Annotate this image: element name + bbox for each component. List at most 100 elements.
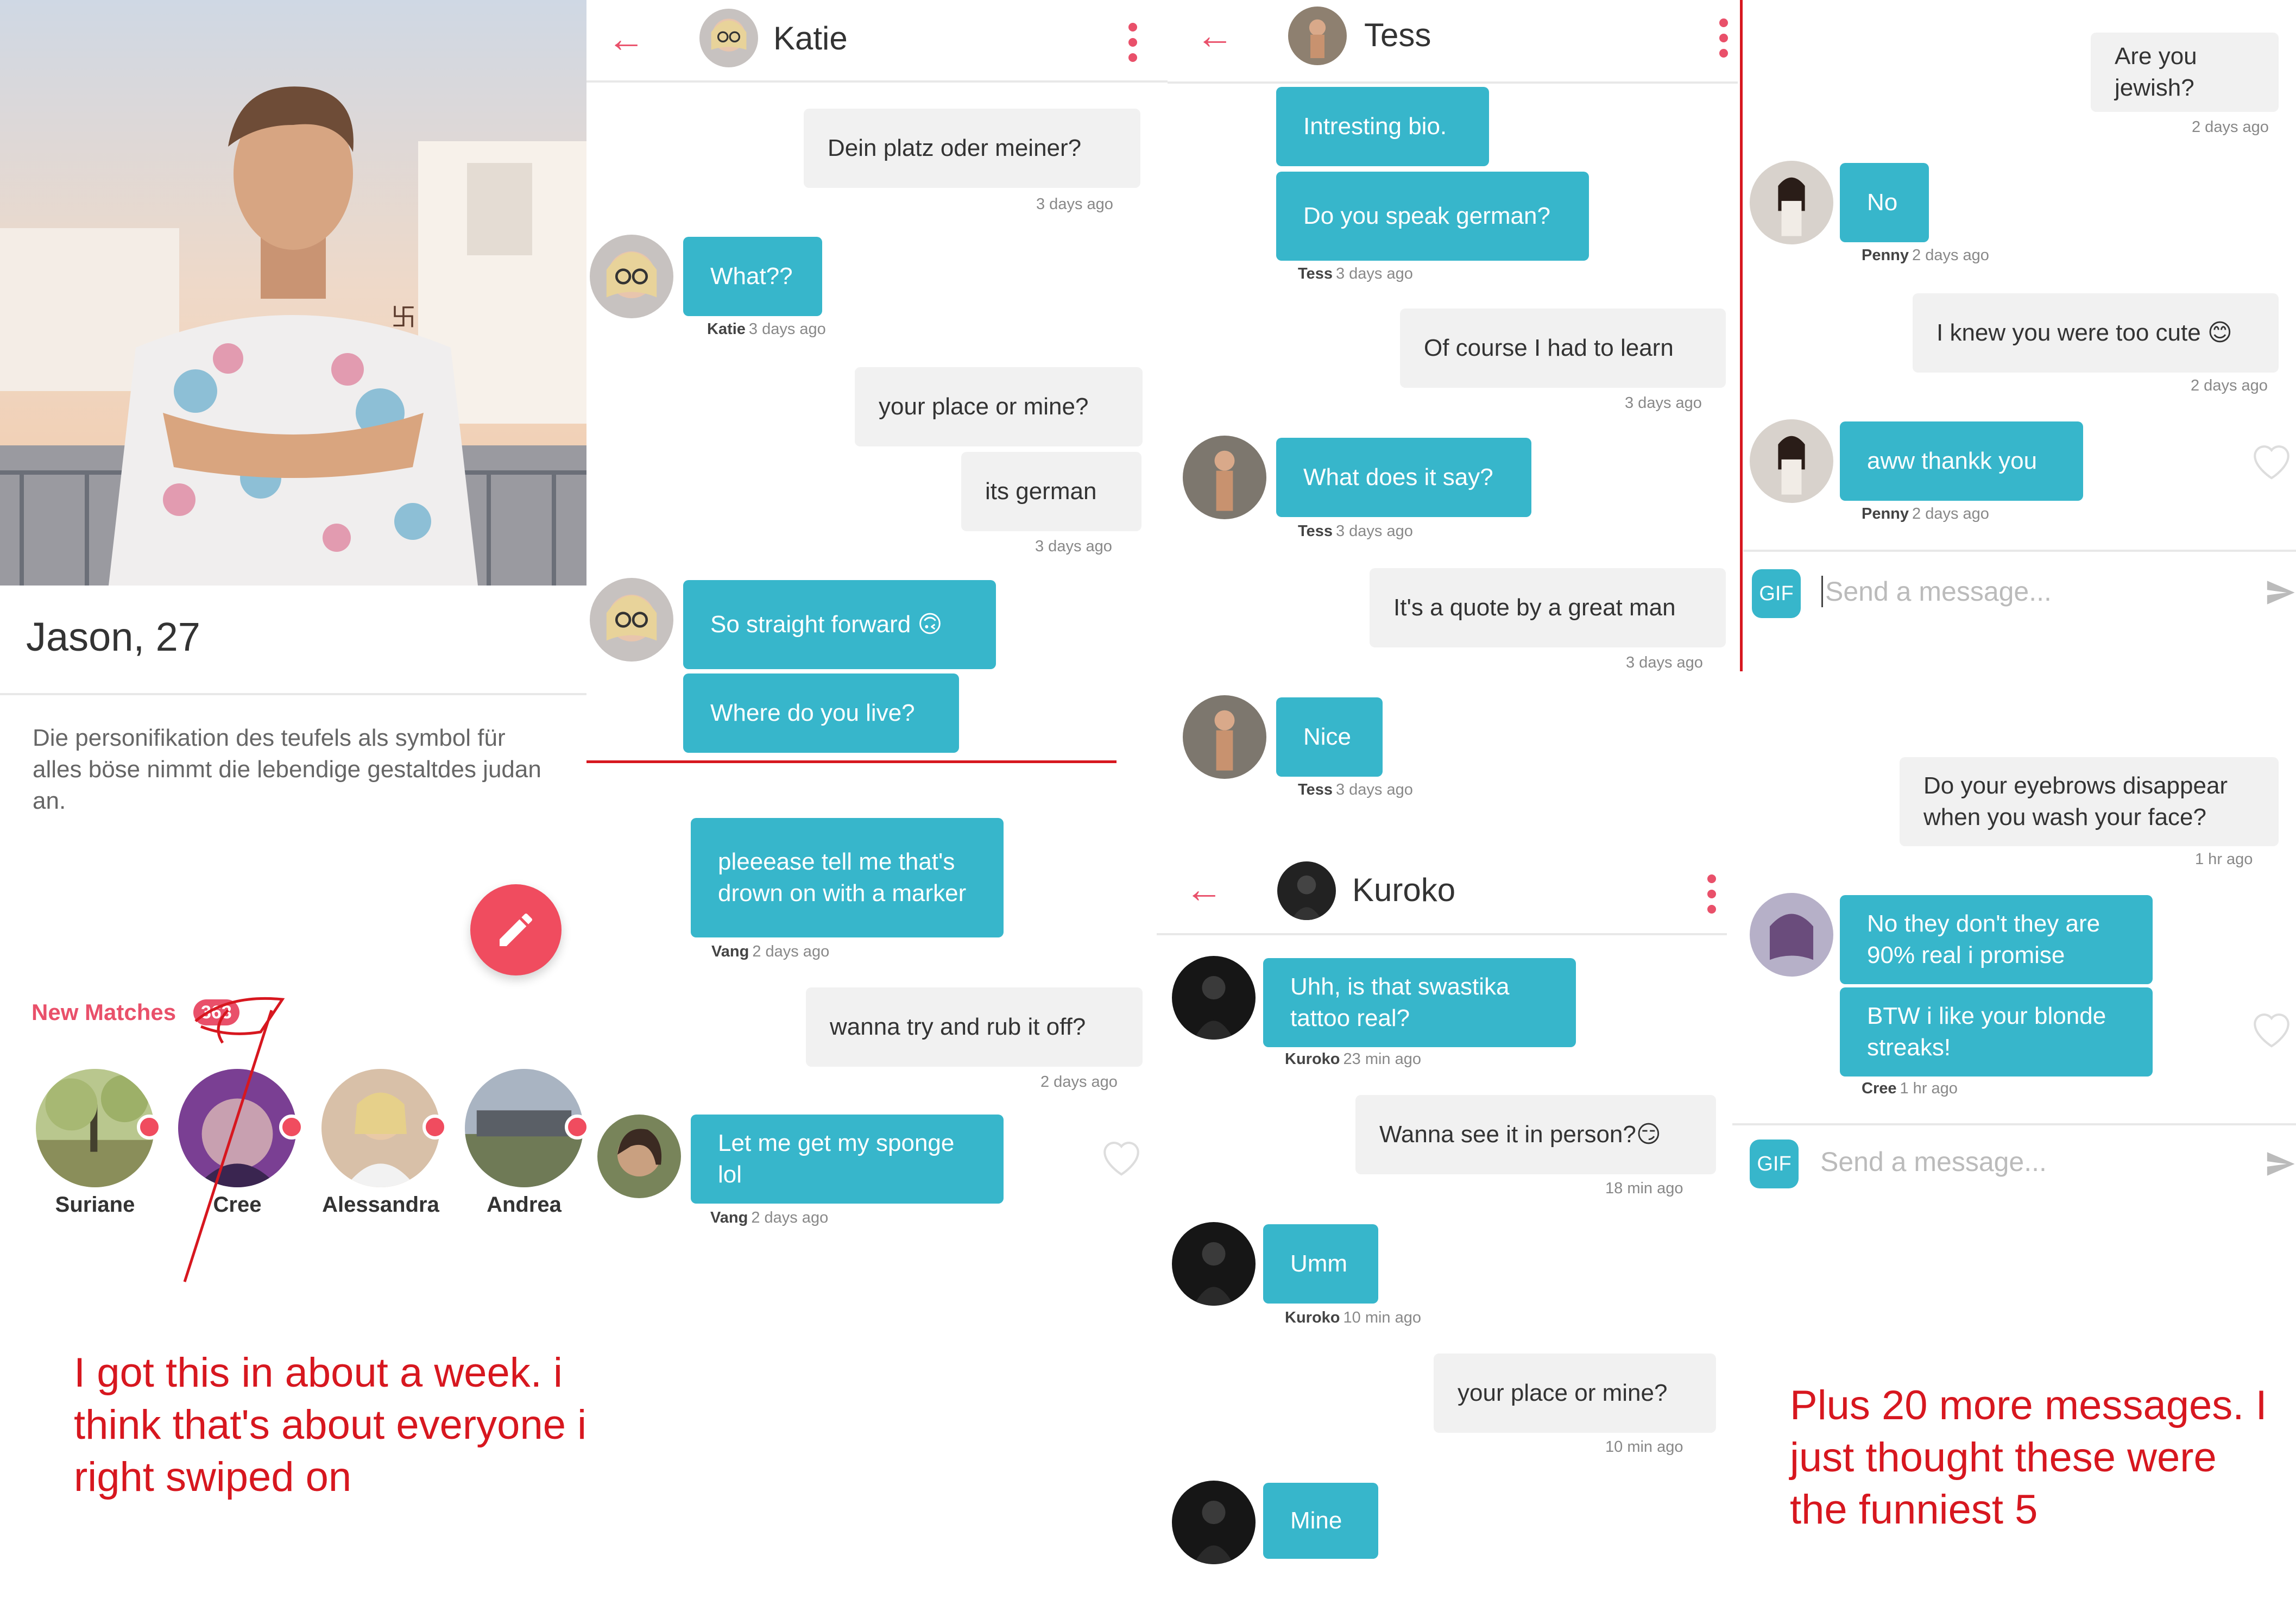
message-timestamp: 2 days ago (1912, 505, 1989, 522)
vang-avatar[interactable] (597, 1115, 681, 1198)
match-name: Andrea (487, 1193, 562, 1217)
header-divider (586, 80, 1168, 83)
match-name: Alessandra (322, 1193, 439, 1217)
message-timestamp: 10 min ago (1343, 1309, 1422, 1326)
profile-photo: 卐 (0, 0, 586, 586)
header-divider (1168, 81, 1738, 84)
tess-header-avatar[interactable] (1288, 7, 1347, 65)
red-scribble-annotation (183, 997, 285, 1282)
message-bubble-sent: your place or mine? (1434, 1354, 1716, 1433)
sender-name: Penny (1862, 247, 1909, 264)
profile-annotation: I got this in about a week. i think that… (74, 1350, 586, 1500)
message-bubble-received: Nice (1276, 697, 1383, 777)
back-arrow-icon[interactable]: ← (1185, 870, 1223, 908)
message-bubble-sent: your place or mine? (855, 367, 1143, 446)
message-sender-meta: Cree 1 hr ago (1862, 1080, 1958, 1098)
match-name: Suriane (55, 1193, 135, 1217)
header-divider (1157, 933, 1727, 935)
message-bubble-received: Let me get my sponge lol (691, 1115, 1004, 1204)
penny-avatar[interactable] (1750, 161, 1833, 244)
messages-annotation: Plus 20 more messages. I just thought th… (1790, 1382, 2267, 1533)
penny-avatar[interactable] (1750, 419, 1833, 503)
back-arrow-icon[interactable]: ← (1196, 16, 1234, 54)
message-timestamp: 3 days ago (748, 320, 826, 338)
composer-divider (1743, 550, 2296, 552)
gif-button[interactable]: GIF (1752, 569, 1801, 618)
more-vertical-icon[interactable] (1707, 874, 1716, 920)
profile-divider (0, 693, 586, 695)
heart-icon[interactable] (1099, 1135, 1144, 1176)
sender-name: Katie (707, 320, 746, 338)
composer-divider (1732, 1123, 2296, 1125)
heart-icon[interactable] (2249, 439, 2294, 480)
message-timestamp: 23 min ago (1343, 1050, 1422, 1068)
message-input[interactable]: Send a message... (1820, 1146, 2047, 1178)
message-bubble-received: pleeease tell me that's drown on with a … (691, 818, 1004, 937)
message-bubble-received: No they don't they are 90% real i promis… (1840, 895, 2153, 984)
katie-header-avatar[interactable] (699, 9, 758, 67)
gif-button[interactable]: GIF (1750, 1140, 1799, 1188)
message-sender-meta: Kuroko 10 min ago (1285, 1309, 1421, 1327)
more-vertical-icon[interactable] (1719, 18, 1728, 64)
sender-name: Kuroko (1285, 1050, 1340, 1068)
message-sender-meta: Katie 3 days ago (707, 320, 826, 338)
sender-name: Kuroko (1285, 1309, 1340, 1326)
message-sender-meta: Tess 3 days ago (1298, 781, 1413, 799)
message-timestamp: 10 min ago (1605, 1438, 1683, 1456)
message-timestamp: 3 days ago (1335, 522, 1413, 540)
message-sender-meta: Kuroko 23 min ago (1285, 1050, 1421, 1068)
sender-name: Vang (711, 943, 749, 960)
message-bubble-received: So straight forward 🙃 (683, 580, 996, 669)
message-bubble-sent: It's a quote by a great man (1370, 568, 1726, 647)
match-unread-dot (137, 1115, 162, 1140)
new-matches-label: New Matches (31, 999, 176, 1025)
message-timestamp: 2 days ago (1912, 247, 1989, 264)
message-bubble-sent: Are you jewish? (2091, 33, 2279, 112)
message-bubble-received: Uhh, is that swastika tattoo real? (1263, 958, 1576, 1047)
red-vertical-separator (1740, 0, 1743, 671)
message-bubble-received: Where do you live? (683, 673, 959, 753)
message-timestamp: 3 days ago (1335, 265, 1413, 282)
message-bubble-sent: wanna try and rub it off? (806, 987, 1143, 1067)
heart-icon[interactable] (2249, 1007, 2294, 1048)
message-sender-meta: Vang 2 days ago (711, 943, 829, 961)
tess-avatar[interactable] (1183, 695, 1266, 779)
send-icon[interactable] (2265, 1145, 2296, 1183)
sender-name: Tess (1298, 522, 1333, 540)
sender-name: Tess (1298, 265, 1333, 282)
message-sender-meta: Penny 2 days ago (1862, 505, 1989, 523)
kuroko-header-avatar[interactable] (1277, 861, 1336, 920)
match-unread-dot (422, 1115, 447, 1140)
katie-avatar[interactable] (590, 578, 673, 662)
message-bubble-sent: Dein platz oder meiner? (804, 109, 1140, 188)
message-bubble-received: No (1840, 163, 1929, 242)
edit-button[interactable] (470, 884, 562, 975)
message-bubble-received: Intresting bio. (1276, 87, 1489, 166)
katie-avatar[interactable] (590, 235, 673, 318)
message-bubble-received: BTW i like your blonde streaks! (1840, 987, 2153, 1077)
katie-header-name: Katie (773, 20, 848, 56)
message-timestamp: 3 days ago (1626, 654, 1703, 671)
match-unread-dot (565, 1115, 590, 1140)
tess-avatar[interactable] (1183, 436, 1266, 519)
message-timestamp: 2 days ago (751, 1209, 829, 1226)
message-timestamp: 3 days ago (1035, 538, 1112, 555)
message-sender-meta: Tess 3 days ago (1298, 265, 1413, 283)
kuroko-avatar[interactable] (1172, 1481, 1256, 1564)
message-timestamp: 1 hr ago (1900, 1080, 1958, 1097)
more-vertical-icon[interactable] (1128, 23, 1137, 68)
message-timestamp: 3 days ago (1335, 781, 1413, 798)
message-bubble-sent: I knew you were too cute 😊 (1913, 293, 2279, 373)
red-separator-line (586, 760, 1117, 763)
message-bubble-sent: Wanna see it in person?😏 (1355, 1095, 1716, 1174)
kuroko-avatar[interactable] (1172, 956, 1256, 1040)
send-icon[interactable] (2265, 574, 2296, 612)
message-sender-meta: Tess 3 days ago (1298, 522, 1413, 540)
profile-name: Jason, 27 (26, 614, 200, 659)
message-input[interactable]: Send a message... (1821, 576, 2052, 607)
kuroko-avatar[interactable] (1172, 1222, 1256, 1306)
message-bubble-received: aww thankk you (1840, 421, 2083, 501)
message-bubble-received: What?? (683, 237, 822, 316)
back-arrow-icon[interactable]: ← (607, 20, 645, 58)
cree-avatar[interactable] (1750, 893, 1833, 977)
